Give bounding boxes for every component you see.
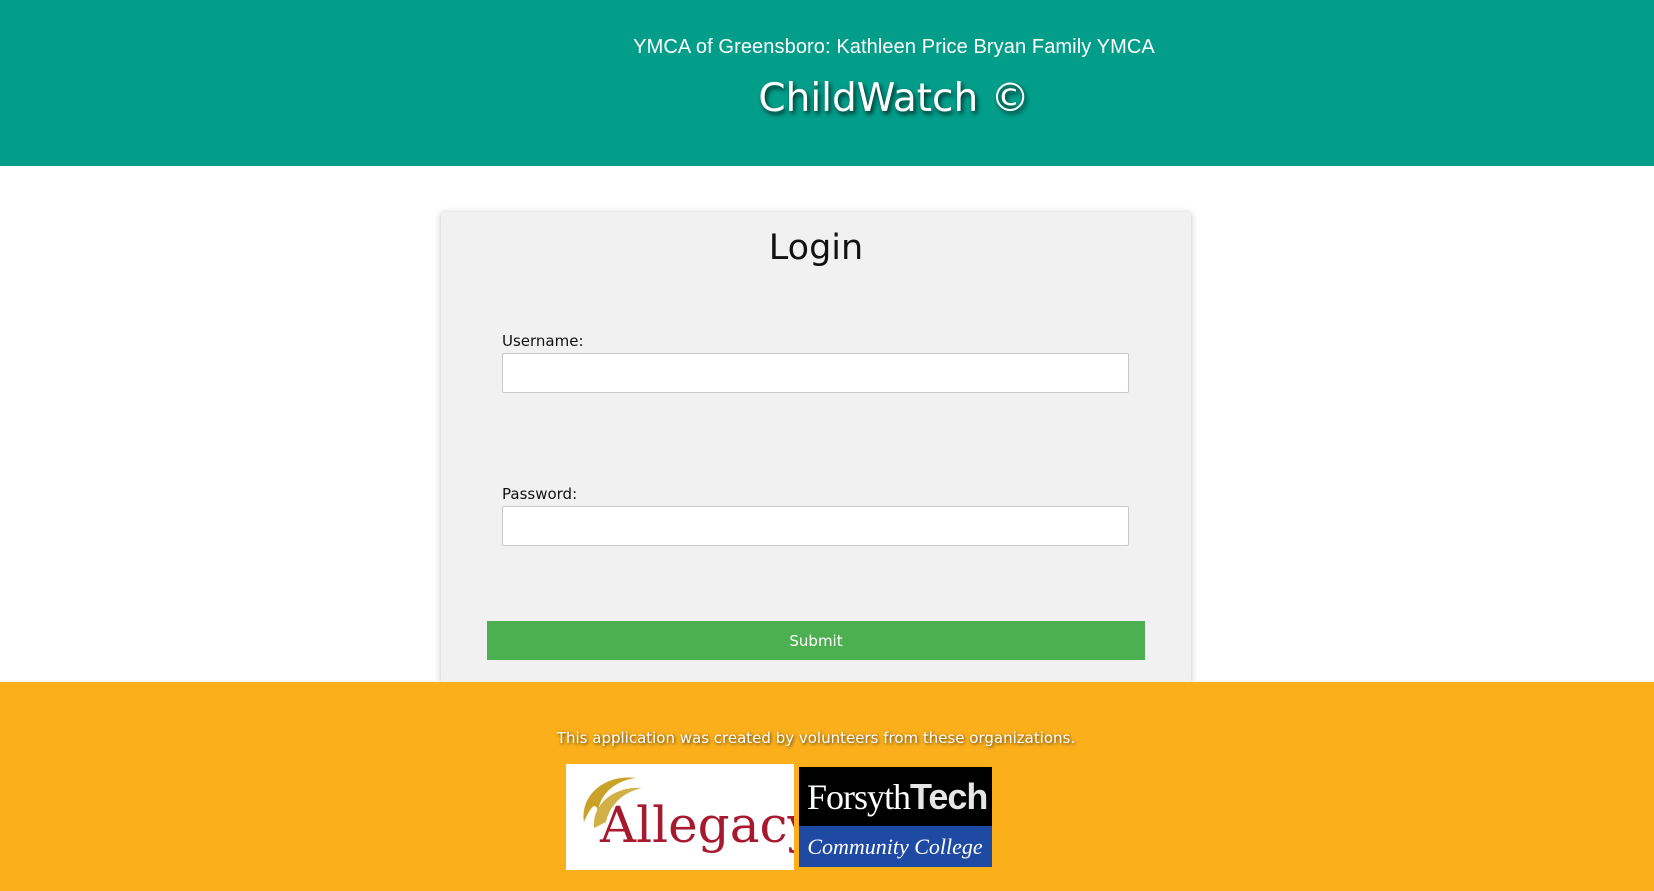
footer: This application was created by voluntee… — [0, 682, 1654, 891]
footer-text: This application was created by voluntee… — [556, 729, 1076, 747]
svg-text:ForsythTech: ForsythTech — [807, 776, 987, 817]
password-input[interactable] — [502, 506, 1129, 546]
username-input[interactable] — [502, 353, 1129, 393]
submit-button[interactable]: Submit — [487, 621, 1145, 660]
header-bar: YMCA of Greensboro: Kathleen Price Bryan… — [0, 0, 1654, 166]
app-title: ChildWatch © — [758, 76, 1030, 121]
forsyth-logo-bottom: Community College — [799, 826, 992, 867]
allegacy-logo-graphic: Allegacy — [583, 777, 794, 854]
forsyth-tech-logo[interactable]: ForsythTech Community College — [799, 767, 992, 867]
forsyth-name-part1: Forsyth — [807, 777, 911, 817]
username-label: Username: — [502, 332, 584, 350]
login-card: Login Username: Password: Submit — [441, 212, 1191, 682]
forsyth-name-part2: Tech — [910, 776, 987, 817]
allegacy-logo-text: Allegacy — [599, 796, 794, 854]
forsyth-subtitle: Community College — [807, 834, 983, 859]
password-label: Password: — [502, 485, 578, 503]
login-title: Login — [768, 228, 864, 268]
forsyth-logo-wordmark: ForsythTech — [807, 776, 988, 817]
forsyth-logo-top: ForsythTech — [799, 767, 992, 826]
allegacy-logo[interactable]: Allegacy — [566, 764, 794, 870]
forsyth-logo-subtitle-graphic: Community College — [807, 834, 983, 859]
org-name: YMCA of Greensboro: Kathleen Price Bryan… — [633, 36, 1155, 58]
